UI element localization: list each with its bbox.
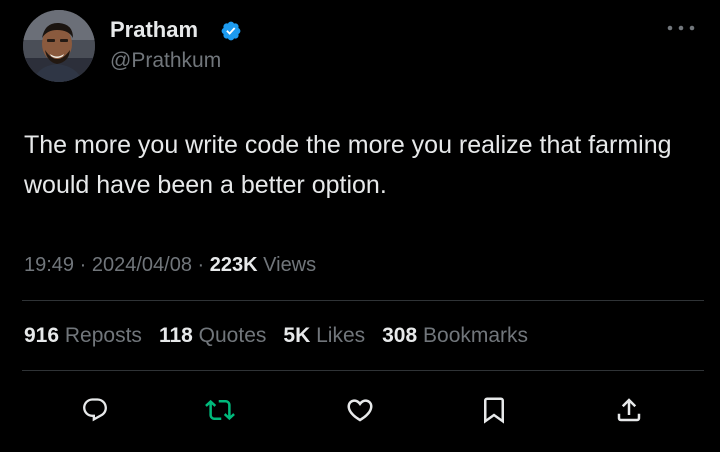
engagement-stats: 916 Reposts 118 Quotes 5K Likes 308 Book… bbox=[24, 322, 545, 350]
stat-label: Reposts bbox=[64, 324, 142, 347]
stat-label: Likes bbox=[316, 324, 366, 347]
reply-icon[interactable] bbox=[78, 392, 112, 428]
meta-separator: · bbox=[79, 254, 87, 276]
divider bbox=[22, 300, 704, 301]
views-label: Views bbox=[263, 254, 317, 276]
reposts-stat[interactable]: 916 Reposts bbox=[24, 322, 142, 350]
views-count: 223K bbox=[209, 254, 258, 276]
likes-stat[interactable]: 5K Likes bbox=[283, 322, 365, 350]
like-icon[interactable] bbox=[343, 392, 377, 428]
tweet-text: The more you write code the more you rea… bbox=[24, 131, 672, 199]
quotes-stat[interactable]: 118 Quotes bbox=[159, 322, 266, 350]
user-handle[interactable]: @Prathkum bbox=[110, 48, 221, 74]
share-icon[interactable] bbox=[612, 392, 646, 428]
stat-count: 5K bbox=[283, 324, 311, 347]
avatar[interactable] bbox=[23, 10, 95, 82]
tweet-meta: 19:49 · 2024/04/08 · 223K Views bbox=[24, 252, 316, 278]
tweet-card: Pratham @Prathkum The more you write cod… bbox=[0, 0, 720, 452]
meta-separator: · bbox=[197, 254, 205, 276]
display-name[interactable]: Pratham bbox=[110, 16, 198, 44]
stat-count: 916 bbox=[24, 324, 60, 347]
bookmark-icon[interactable] bbox=[477, 392, 511, 428]
bookmarks-stat[interactable]: 308 Bookmarks bbox=[382, 322, 528, 350]
stat-label: Quotes bbox=[198, 324, 267, 347]
stat-count: 308 bbox=[382, 324, 418, 347]
more-options-icon[interactable] bbox=[664, 18, 700, 38]
tweet-date[interactable]: 2024/04/08 bbox=[92, 254, 192, 276]
profile-photo bbox=[23, 10, 95, 82]
stat-count: 118 bbox=[158, 324, 193, 347]
stat-label: Bookmarks bbox=[423, 324, 529, 347]
repost-icon[interactable] bbox=[203, 392, 237, 428]
tweet-time[interactable]: 19:49 bbox=[24, 254, 74, 276]
verified-badge-icon bbox=[220, 20, 242, 42]
divider bbox=[22, 370, 704, 371]
